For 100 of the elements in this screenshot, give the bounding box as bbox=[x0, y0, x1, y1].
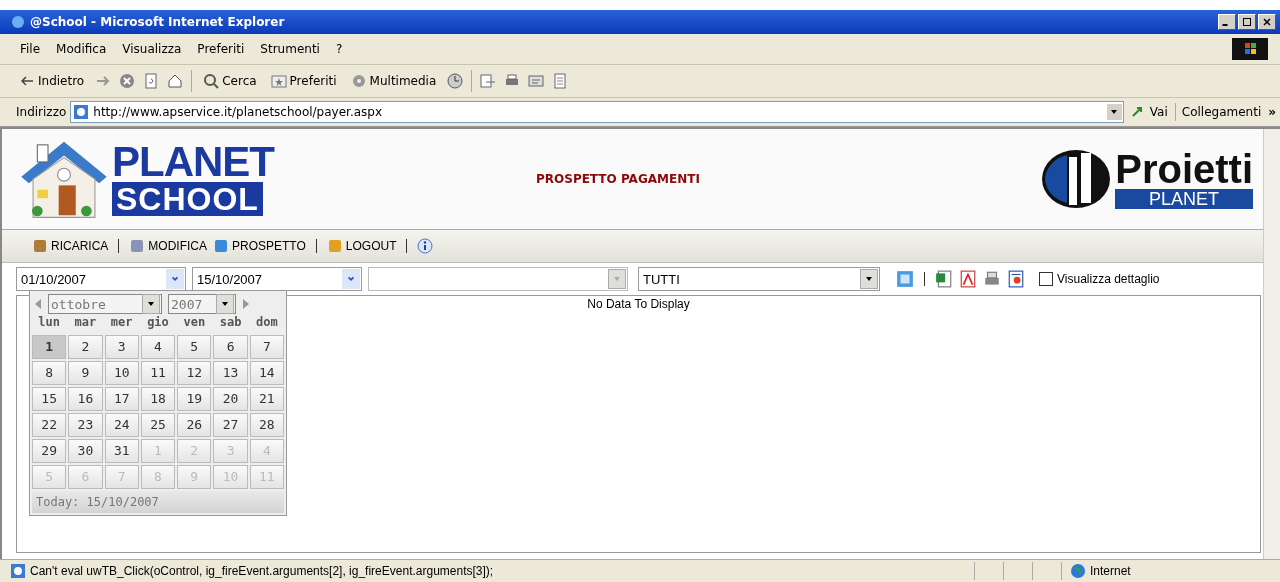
previous-month-icon[interactable] bbox=[34, 298, 42, 310]
caret-icon bbox=[221, 300, 229, 308]
caret-icon bbox=[1110, 108, 1119, 116]
menu-item[interactable]: File bbox=[12, 40, 49, 58]
info-icon[interactable] bbox=[417, 238, 434, 254]
menu-item[interactable]: Preferiti bbox=[189, 40, 253, 58]
links-button[interactable]: Collegamenti bbox=[1174, 103, 1265, 121]
calendar-day[interactable]: 6 bbox=[213, 335, 248, 359]
status-message: Can't eval uwTB_Click(oControl, ig_fireEvent.arguments[2], ig_fireEvent.arguments[3]); bbox=[30, 564, 495, 578]
next-month-icon[interactable] bbox=[242, 298, 250, 310]
home-icon[interactable] bbox=[167, 73, 184, 89]
caret-icon bbox=[613, 275, 621, 283]
browser-logo-icon bbox=[10, 14, 26, 30]
weekday-label: lun bbox=[37, 315, 61, 331]
preview-icon[interactable] bbox=[896, 270, 914, 288]
excel-icon[interactable] bbox=[935, 270, 953, 288]
page-icon bbox=[73, 104, 90, 120]
calendar-day[interactable]: 5 bbox=[177, 335, 212, 359]
scrollbar[interactable] bbox=[1263, 129, 1280, 559]
calendar-day[interactable]: 30 bbox=[68, 439, 103, 463]
minimize-button[interactable] bbox=[1218, 14, 1236, 30]
calendar-day[interactable]: 9 bbox=[68, 361, 103, 385]
maximize-icon bbox=[1242, 17, 1252, 27]
calendar-day[interactable]: 2 bbox=[68, 335, 103, 359]
empty-message: No Data To Display bbox=[587, 297, 690, 313]
calendar-day[interactable]: 13 bbox=[213, 361, 248, 385]
calendar-day[interactable]: 4 bbox=[140, 335, 176, 359]
close-button[interactable] bbox=[1258, 14, 1276, 30]
date-from-field[interactable]: 01/10/2007 bbox=[16, 267, 186, 291]
dropdown-button[interactable] bbox=[1106, 104, 1122, 120]
toolbar-button[interactable]: MODIFICA bbox=[129, 238, 207, 254]
calendar-day[interactable]: 27 bbox=[213, 413, 248, 437]
address-field[interactable]: http://www.apservice.it/planetschool/payer.aspx bbox=[70, 101, 1124, 123]
toolbar-button[interactable]: PROSPETTO bbox=[213, 238, 306, 254]
more-chevron[interactable]: » bbox=[1268, 105, 1276, 119]
category-select[interactable]: TUTTI bbox=[638, 267, 880, 291]
month-select[interactable]: ottobre bbox=[48, 294, 162, 314]
calendar-day[interactable]: 3 bbox=[104, 335, 139, 359]
calendar-day[interactable]: 14 bbox=[249, 361, 284, 385]
calendar-day[interactable]: 26 bbox=[177, 413, 212, 437]
star-folder-icon bbox=[270, 73, 287, 89]
close-icon bbox=[1262, 17, 1272, 27]
caret-icon bbox=[865, 275, 873, 283]
brand-logo-icon bbox=[1041, 147, 1112, 211]
chevron-down-icon[interactable] bbox=[347, 275, 355, 283]
calendar-day[interactable]: 10 bbox=[104, 361, 139, 385]
print-icon[interactable] bbox=[983, 270, 1001, 288]
menu-item[interactable]: Visualizza bbox=[114, 40, 190, 58]
calendar-day[interactable]: 1 bbox=[32, 335, 67, 359]
maximize-button[interactable] bbox=[1238, 14, 1256, 30]
toolbar-button[interactable]: LOGOUT bbox=[326, 238, 397, 254]
calendar-day[interactable]: 7 bbox=[249, 335, 284, 359]
calendar-day[interactable]: 29 bbox=[32, 439, 67, 463]
go-button[interactable]: Vai bbox=[1127, 102, 1171, 122]
calendar-day[interactable]: 17 bbox=[104, 387, 139, 411]
media-button[interactable]: Multimedia bbox=[347, 71, 440, 91]
history-clock-icon[interactable] bbox=[447, 73, 464, 89]
brand-name: Proietti bbox=[1115, 149, 1253, 189]
pdf-icon[interactable] bbox=[959, 270, 977, 288]
chevron-down-icon[interactable] bbox=[171, 275, 179, 283]
calendar-day[interactable]: 23 bbox=[68, 413, 103, 437]
calendar-day[interactable]: 19 bbox=[177, 387, 212, 411]
search-button[interactable]: Cerca bbox=[200, 71, 260, 91]
calendar-day[interactable]: 22 bbox=[32, 413, 67, 437]
calendar-day[interactable]: 16 bbox=[68, 387, 103, 411]
document-icon[interactable] bbox=[552, 73, 569, 89]
calendar-day[interactable]: 8 bbox=[32, 361, 67, 385]
calendar-day[interactable]: 25 bbox=[140, 413, 176, 437]
calendar-day[interactable]: 11 bbox=[140, 361, 176, 385]
weekday-label: ven bbox=[182, 315, 207, 331]
calendar-day[interactable]: 31 bbox=[104, 439, 139, 463]
calendar-day[interactable]: 20 bbox=[213, 387, 248, 411]
calendar-day[interactable]: 12 bbox=[177, 361, 212, 385]
menu-item[interactable]: Modifica bbox=[48, 40, 115, 58]
zone-label: Internet bbox=[1090, 564, 1131, 578]
refresh-icon[interactable] bbox=[143, 73, 160, 89]
logo-banner: SCHOOL bbox=[112, 182, 263, 216]
calendar-day[interactable]: 15 bbox=[32, 387, 67, 411]
weekday-label: gio bbox=[146, 315, 170, 331]
back-button[interactable]: Indietro bbox=[16, 71, 88, 91]
calendar-day[interactable]: 28 bbox=[249, 413, 284, 437]
chart-report-icon[interactable] bbox=[1007, 270, 1025, 288]
menu-item[interactable]: Strumenti bbox=[252, 40, 328, 58]
year-select[interactable]: 2007 bbox=[168, 294, 236, 314]
caret-icon bbox=[147, 300, 155, 308]
globe-icon bbox=[1070, 563, 1086, 579]
favorites-button[interactable]: Preferiti bbox=[267, 71, 340, 91]
toolbar-icon bbox=[213, 238, 229, 254]
detail-checkbox[interactable] bbox=[1039, 272, 1053, 286]
calendar-day[interactable]: 21 bbox=[249, 387, 284, 411]
toolbar-icon bbox=[32, 238, 48, 254]
calendar-day[interactable]: 18 bbox=[140, 387, 176, 411]
toolbar-button[interactable]: RICARICA bbox=[32, 238, 109, 254]
toolbar-icon bbox=[129, 238, 146, 254]
stop-icon[interactable] bbox=[119, 73, 136, 89]
calendar-day[interactable]: 24 bbox=[104, 413, 139, 437]
menu-item[interactable]: ? bbox=[327, 40, 351, 58]
date-to-field[interactable]: 15/10/2007 bbox=[192, 267, 362, 291]
weekday-label: mer bbox=[109, 315, 134, 331]
window-title: @School - Microsoft Internet Explorer bbox=[30, 15, 285, 29]
